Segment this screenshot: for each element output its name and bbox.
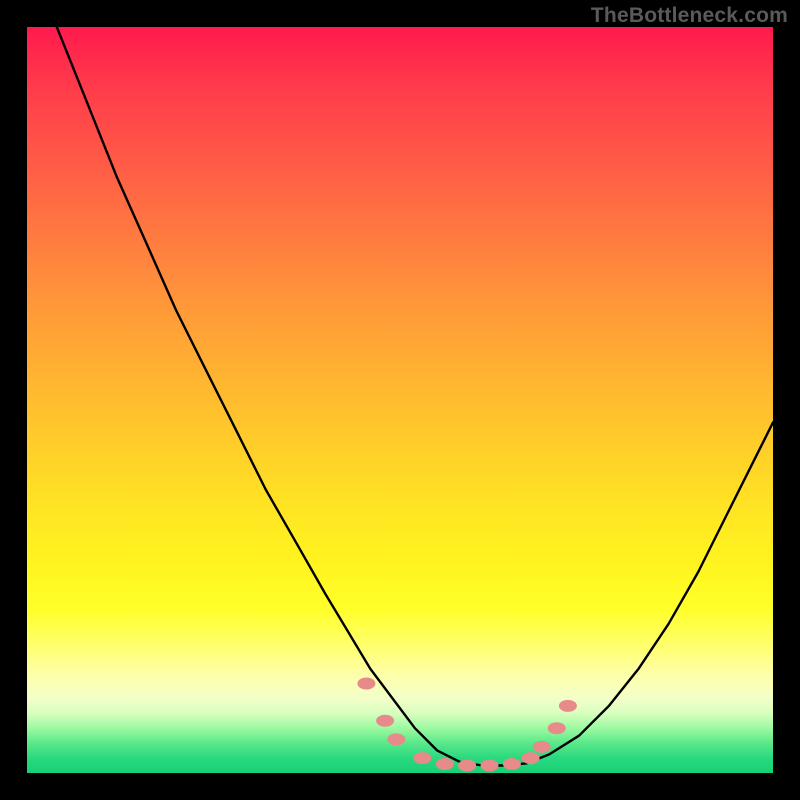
curve-marker [357,678,375,690]
curve-marker [376,715,394,727]
curve-marker [503,758,521,770]
curve-marker [481,760,499,772]
curve-path [57,27,773,766]
curve-marker [436,758,454,770]
curve-marker [522,752,540,764]
curve-marker [387,733,405,745]
curve-marker [413,752,431,764]
bottleneck-curve [27,27,773,773]
curve-marker [458,760,476,772]
curve-marker [548,722,566,734]
watermark-text: TheBottleneck.com [591,4,788,28]
chart-frame: TheBottleneck.com [0,0,800,800]
plot-area [27,27,773,773]
curve-marker [533,741,551,753]
curve-marker [559,700,577,712]
